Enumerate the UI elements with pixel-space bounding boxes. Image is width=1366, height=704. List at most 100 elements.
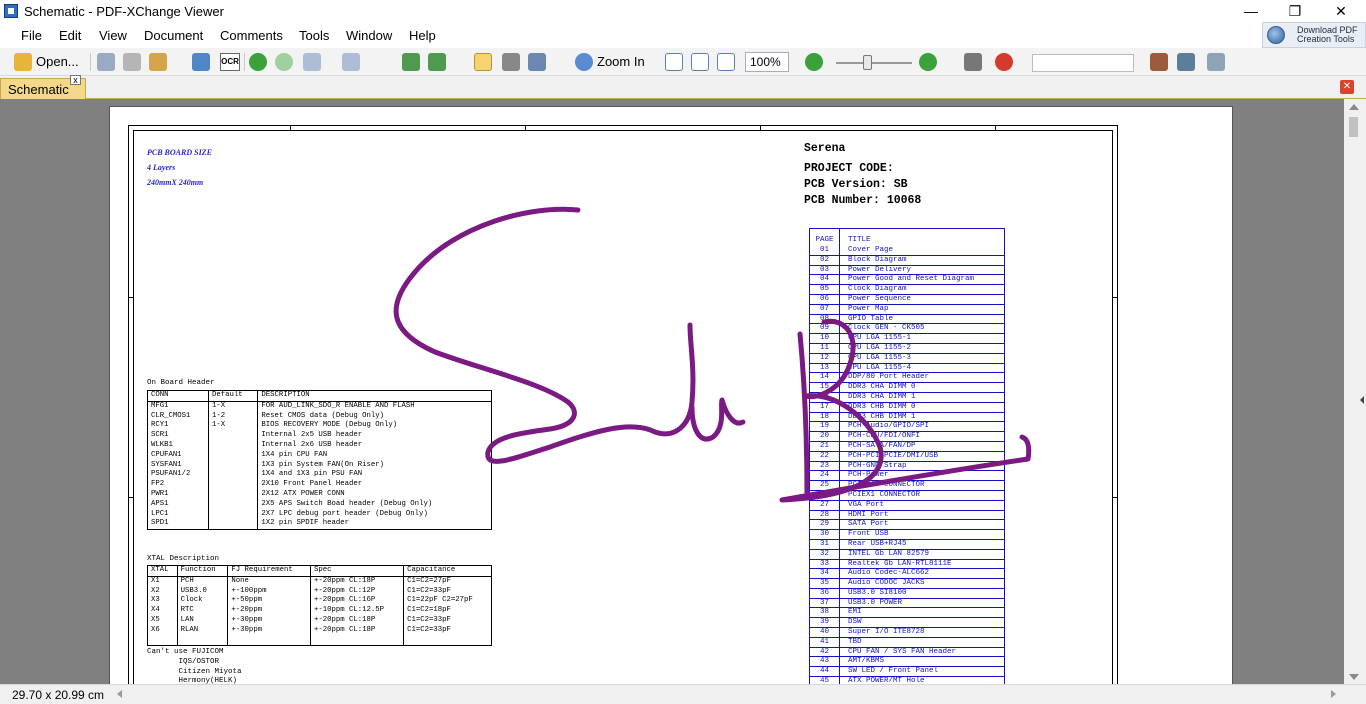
- scroll-down-icon[interactable]: [1349, 674, 1359, 680]
- menu-window[interactable]: Window: [346, 28, 392, 43]
- index-page-number[interactable]: 35: [809, 578, 840, 589]
- index-page-title-link[interactable]: DDR3 CHB DIMM 1: [839, 412, 1005, 423]
- index-page-number[interactable]: 23: [809, 461, 840, 472]
- index-row[interactable]: 17 DDR3 CHB DIMM 0: [809, 402, 1005, 413]
- index-page-title-link[interactable]: PCIEX1 CONNECTOR: [839, 490, 1005, 501]
- index-row[interactable]: 08 GPIO Table: [809, 314, 1005, 325]
- index-row[interactable]: 25 PCIEX16 CONNECTOR: [809, 480, 1005, 491]
- menu-tools[interactable]: Tools: [299, 28, 329, 43]
- index-page-number[interactable]: 03: [809, 265, 840, 276]
- index-page-title-link[interactable]: Clock GEN - CK505: [839, 323, 1005, 335]
- index-page-number[interactable]: 42: [809, 647, 840, 658]
- rotate-right-icon[interactable]: [428, 53, 446, 71]
- index-page-title-link[interactable]: PCIEX16 CONNECTOR: [839, 480, 1005, 491]
- index-page-number[interactable]: 06: [809, 294, 840, 305]
- index-page-number[interactable]: 44: [809, 666, 840, 678]
- rotate-icon[interactable]: [402, 53, 420, 71]
- index-page-number[interactable]: 33: [809, 559, 840, 570]
- index-page-number[interactable]: 09: [809, 323, 840, 335]
- zoom-slider-track[interactable]: [836, 62, 912, 64]
- index-page-number[interactable]: 27: [809, 500, 840, 511]
- index-row[interactable]: 32 INTEL Gb LAN 82579: [809, 549, 1005, 560]
- index-page-title-link[interactable]: GPIO Table: [839, 314, 1005, 325]
- ocr-icon[interactable]: OCR: [220, 53, 240, 71]
- zoom-in-icon[interactable]: [575, 53, 593, 71]
- index-page-number[interactable]: 20: [809, 431, 840, 442]
- email-icon[interactable]: [149, 53, 167, 71]
- index-page-number[interactable]: 05: [809, 284, 840, 295]
- index-page-title-link[interactable]: CPU FAN / SYS FAN Header: [839, 647, 1005, 658]
- zoom-in-label[interactable]: Zoom In: [597, 54, 645, 69]
- index-row[interactable]: 19 PCH-Audio/GPIO/SPI: [809, 421, 1005, 433]
- index-row[interactable]: 05 Clock Diagram: [809, 284, 1005, 295]
- menu-view[interactable]: View: [99, 28, 127, 43]
- index-row[interactable]: 41 TBD: [809, 637, 1005, 648]
- index-page-number[interactable]: 32: [809, 549, 840, 560]
- index-page-number[interactable]: 39: [809, 617, 840, 629]
- redo-icon[interactable]: [342, 53, 360, 71]
- index-page-number[interactable]: 24: [809, 470, 840, 482]
- index-page-title-link[interactable]: Block Diagram: [839, 255, 1005, 266]
- snapshot-icon[interactable]: [502, 53, 520, 71]
- close-document-icon[interactable]: ✕: [1340, 80, 1354, 94]
- scan-icon[interactable]: [192, 53, 210, 71]
- index-page-number[interactable]: 14: [809, 372, 840, 384]
- index-row[interactable]: 40 Super I/O ITE8728: [809, 627, 1005, 638]
- index-page-title-link[interactable]: Power Sequence: [839, 294, 1005, 305]
- index-page-number[interactable]: 12: [809, 353, 840, 364]
- index-page-title-link[interactable]: CPU LGA 1155-4: [839, 363, 1005, 374]
- index-row[interactable]: 04 Power Good and Reset Diagram: [809, 274, 1005, 286]
- index-page-number[interactable]: 38: [809, 607, 840, 619]
- index-row[interactable]: 39 DSW: [809, 617, 1005, 629]
- forward-icon[interactable]: [275, 53, 293, 71]
- index-page-title-link[interactable]: VGA Port: [839, 500, 1005, 511]
- spell-check-icon[interactable]: [995, 53, 1013, 71]
- index-row[interactable]: 31 Rear USB+RJ45: [809, 539, 1005, 550]
- index-page-title-link[interactable]: Clock Diagram: [839, 284, 1005, 295]
- menu-edit[interactable]: Edit: [59, 28, 81, 43]
- index-page-number[interactable]: 02: [809, 255, 840, 266]
- index-row[interactable]: 06 Power Sequence: [809, 294, 1005, 305]
- zoom-out-icon[interactable]: [805, 53, 823, 71]
- index-row[interactable]: 37 USB3.0 POWER: [809, 598, 1005, 609]
- index-row[interactable]: 26 PCIEX1 CONNECTOR: [809, 490, 1005, 501]
- index-page-title-link[interactable]: Power Map: [839, 304, 1005, 315]
- index-row[interactable]: 16 DDR3 CHA DIMM 1: [809, 392, 1005, 403]
- index-page-number[interactable]: 36: [809, 588, 840, 599]
- index-page-number[interactable]: 18: [809, 412, 840, 423]
- undo-icon[interactable]: [303, 53, 321, 71]
- index-page-number[interactable]: 25: [809, 480, 840, 491]
- index-page-title-link[interactable]: USB3.0 SI8100: [839, 588, 1005, 599]
- scroll-left-icon[interactable]: [117, 690, 122, 698]
- index-row[interactable]: 23 PCH-GND/Strap: [809, 461, 1005, 472]
- index-row[interactable]: 09 Clock GEN - CK505: [809, 323, 1005, 335]
- index-page-number[interactable]: 11: [809, 343, 840, 354]
- find-icon[interactable]: [964, 53, 982, 71]
- index-page-title-link[interactable]: Audio Codec-ALC662: [839, 568, 1005, 580]
- index-page-number[interactable]: 29: [809, 519, 840, 531]
- actual-size-icon[interactable]: [665, 53, 683, 71]
- index-row[interactable]: 07 Power Map: [809, 304, 1005, 315]
- zoom-level-field[interactable]: 100%: [745, 52, 789, 72]
- index-page-number[interactable]: 10: [809, 333, 840, 344]
- index-page-title-link[interactable]: DSW: [839, 617, 1005, 629]
- print-icon[interactable]: [123, 53, 141, 71]
- scroll-thumb[interactable]: [1349, 117, 1358, 137]
- index-page-number[interactable]: 17: [809, 402, 840, 413]
- index-row[interactable]: 27 VGA Port: [809, 500, 1005, 511]
- index-row[interactable]: 20 PCH-CPU/FDI/ONFI: [809, 431, 1005, 442]
- index-page-number[interactable]: 28: [809, 510, 840, 521]
- index-row[interactable]: 02 Block Diagram: [809, 255, 1005, 266]
- index-page-title-link[interactable]: Power Good and Reset Diagram: [839, 274, 1005, 286]
- index-page-number[interactable]: 15: [809, 382, 840, 393]
- download-pdf-tools-button[interactable]: Download PDF Creation Tools: [1262, 22, 1366, 48]
- index-row[interactable]: 10 CPU LGA 1155-1: [809, 333, 1005, 344]
- select-text-icon[interactable]: [528, 53, 546, 71]
- index-page-title-link[interactable]: Realtek Gb LAN-RTL8111E: [839, 559, 1005, 570]
- index-row[interactable]: 11 CPU LGA 1155-2: [809, 343, 1005, 354]
- index-page-number[interactable]: 08: [809, 314, 840, 325]
- index-row[interactable]: 03 Power Delivery: [809, 265, 1005, 276]
- index-page-number[interactable]: 04: [809, 274, 840, 286]
- index-page-number[interactable]: 26: [809, 490, 840, 501]
- menu-file[interactable]: File: [21, 28, 42, 43]
